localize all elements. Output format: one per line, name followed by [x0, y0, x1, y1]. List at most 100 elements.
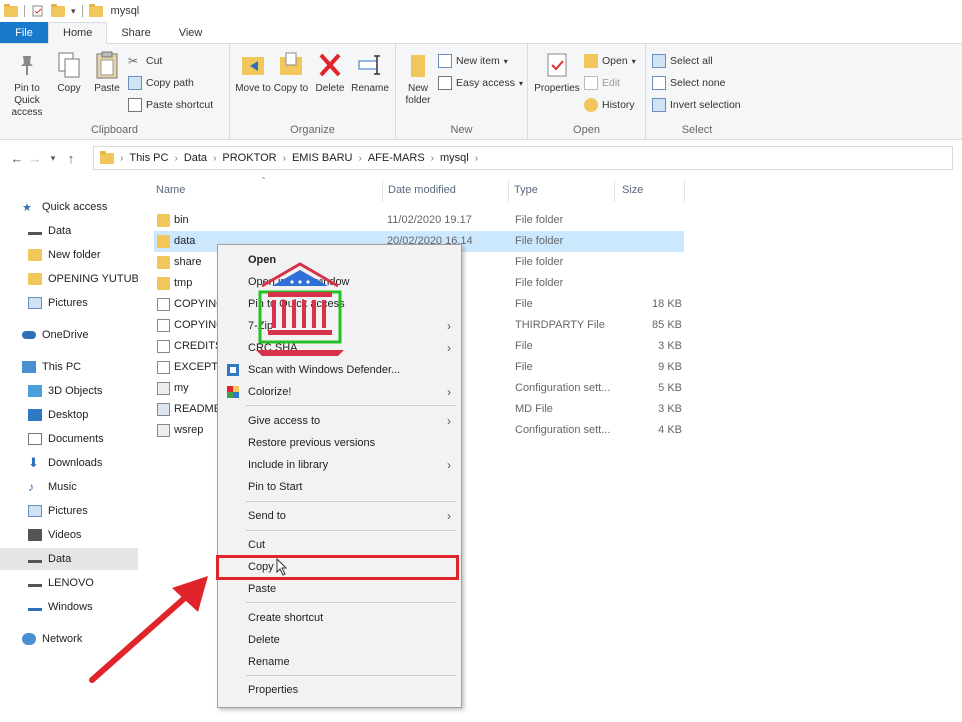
- copy-to-label: Copy to: [273, 83, 309, 94]
- nav-item-onedrive[interactable]: OneDrive: [0, 324, 138, 346]
- copy-label: Copy: [57, 83, 81, 94]
- ribbon: Pin to Quick access Copy Paste ✂ Cut Copy…: [0, 44, 962, 140]
- forward-icon[interactable]: →: [26, 151, 44, 166]
- menu-item-create-shortcut[interactable]: Create shortcut: [218, 607, 461, 629]
- menu-item-restore-versions[interactable]: Restore previous versions: [218, 432, 461, 454]
- column-header-size[interactable]: Size: [622, 184, 643, 196]
- defender-icon: [227, 364, 239, 376]
- open-button[interactable]: Open ▾: [584, 52, 636, 70]
- divider: [24, 5, 25, 17]
- copy-path-button[interactable]: Copy path: [128, 74, 213, 92]
- breadcrumb-emis-baru[interactable]: EMIS BARU: [292, 152, 353, 164]
- nav-item-desktop[interactable]: Desktop: [0, 404, 138, 426]
- file-name: tmp: [174, 277, 193, 289]
- tab-home[interactable]: Home: [48, 22, 108, 44]
- column-header-type[interactable]: Type: [514, 184, 538, 196]
- menu-item-colorize[interactable]: Colorize! ›: [218, 381, 461, 403]
- nav-item-documents[interactable]: Documents: [0, 428, 138, 450]
- column-divider[interactable]: [684, 180, 685, 202]
- nav-item-data-drive[interactable]: Data: [0, 548, 138, 570]
- nav-item-this-pc[interactable]: This PC: [0, 356, 138, 378]
- customize-toolbar-icon[interactable]: ▾: [71, 6, 76, 17]
- breadcrumb-data[interactable]: Data: [184, 152, 207, 164]
- menu-item-scan-defender[interactable]: Scan with Windows Defender...: [218, 359, 461, 381]
- cut-button[interactable]: ✂ Cut: [128, 52, 213, 70]
- nav-item-videos[interactable]: Videos: [0, 524, 138, 546]
- edit-button[interactable]: Edit: [584, 74, 636, 92]
- nav-item-music[interactable]: ♪ Music: [0, 476, 138, 498]
- breadcrumb-separator: ›: [213, 152, 217, 164]
- select-all-icon: [652, 54, 666, 68]
- nav-item-opening-yutube[interactable]: OPENING YUTUBE: [0, 268, 138, 290]
- select-all-label: Select all: [670, 55, 713, 67]
- column-header-name[interactable]: Name: [156, 184, 185, 196]
- select-none-button[interactable]: Select none: [652, 74, 741, 92]
- menu-item-properties[interactable]: Properties: [218, 679, 461, 701]
- breadcrumb-mysql[interactable]: mysql: [440, 152, 469, 164]
- breadcrumb-afe-mars[interactable]: AFE-MARS: [368, 152, 425, 164]
- new-folder-icon[interactable]: [51, 3, 65, 17]
- drive-icon: [28, 603, 42, 611]
- history-button[interactable]: History: [584, 96, 636, 114]
- drive-icon: [28, 579, 42, 587]
- file-icon: [157, 319, 170, 332]
- menu-item-pin-start[interactable]: Pin to Start: [218, 476, 461, 498]
- properties-label: Properties: [534, 83, 580, 94]
- nav-item-3d-objects[interactable]: 3D Objects: [0, 380, 138, 402]
- properties-icon[interactable]: [31, 5, 45, 17]
- file-icon: [157, 298, 170, 311]
- tab-file[interactable]: File: [0, 22, 48, 43]
- properties-icon: [547, 53, 567, 77]
- menu-item-give-access[interactable]: Give access to ›: [218, 410, 461, 432]
- open-label: Open: [602, 55, 628, 67]
- breadcrumb-proktor[interactable]: PROKTOR: [222, 152, 276, 164]
- column-divider[interactable]: [614, 180, 615, 202]
- open-icon: [584, 54, 598, 68]
- easy-access-button[interactable]: Easy access ▾: [438, 74, 523, 92]
- pictures-icon: [28, 297, 42, 309]
- new-item-button[interactable]: New item ▾: [438, 52, 523, 70]
- menu-item-paste[interactable]: Paste: [218, 578, 461, 600]
- paste-shortcut-button[interactable]: Paste shortcut: [128, 96, 213, 114]
- menu-item-include-library[interactable]: Include in library ›: [218, 454, 461, 476]
- select-group: Select all Select none Invert selection …: [646, 44, 748, 140]
- column-divider[interactable]: [382, 180, 383, 202]
- column-divider[interactable]: [508, 180, 509, 202]
- colorize-icon: [227, 386, 239, 398]
- nav-item-pictures-pc[interactable]: Pictures: [0, 500, 138, 522]
- easy-access-label: Easy access: [456, 77, 515, 89]
- open-group: Properties Open ▾ Edit History Open: [528, 44, 646, 140]
- address-bar[interactable]: › This PC › Data › PROKTOR › EMIS BARU ›…: [93, 146, 953, 170]
- breadcrumb-this-pc[interactable]: This PC: [129, 152, 168, 164]
- nav-item-pictures[interactable]: Pictures: [0, 292, 138, 314]
- menu-item-cut[interactable]: Cut: [218, 534, 461, 556]
- tab-view[interactable]: View: [165, 22, 217, 43]
- nav-item-data[interactable]: Data: [0, 220, 138, 242]
- menu-item-send-to[interactable]: Send to ›: [218, 505, 461, 527]
- copy-highlight-box: [216, 555, 459, 580]
- nav-item-quick-access[interactable]: ★ Quick access: [0, 196, 138, 218]
- config-icon: [157, 382, 170, 395]
- menu-label: Send to: [248, 510, 286, 522]
- up-icon[interactable]: ↑: [62, 151, 80, 166]
- tab-share[interactable]: Share: [107, 22, 164, 43]
- invert-selection-button[interactable]: Invert selection: [652, 96, 741, 114]
- history-icon: [584, 98, 598, 112]
- folder-icon: [157, 277, 170, 290]
- recent-locations-icon[interactable]: ▾: [44, 153, 62, 164]
- nav-item-new-folder[interactable]: New folder: [0, 244, 138, 266]
- back-icon[interactable]: ←: [8, 151, 26, 166]
- nav-item-downloads[interactable]: ⬇ Downloads: [0, 452, 138, 474]
- select-all-button[interactable]: Select all: [652, 52, 741, 70]
- breadcrumb-separator: ›: [282, 152, 286, 164]
- menu-item-rename[interactable]: Rename: [218, 651, 461, 673]
- file-size: 18 KB: [652, 298, 682, 310]
- nav-label: This PC: [42, 361, 82, 373]
- column-header-date[interactable]: Date modified: [388, 184, 456, 196]
- invert-selection-icon: [652, 98, 666, 112]
- file-type: MD File: [515, 403, 553, 415]
- organize-group-label: Organize: [290, 124, 335, 136]
- select-none-icon: [652, 76, 666, 90]
- menu-item-delete[interactable]: Delete: [218, 629, 461, 651]
- file-row[interactable]: bin 11/02/2020 19.17 File folder: [154, 210, 684, 231]
